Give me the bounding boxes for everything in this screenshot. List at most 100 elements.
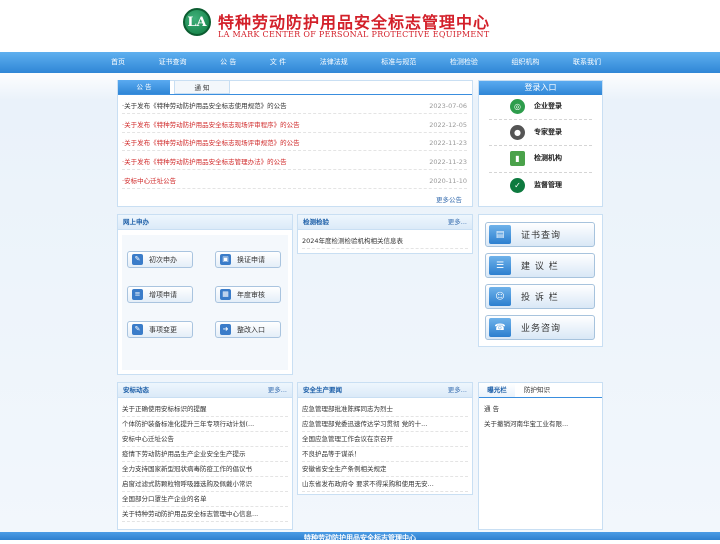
- notice-text[interactable]: ·关于发布《特种劳动防护用品安全标志现场评审程序》的公告: [122, 121, 300, 129]
- tab-protection-knowledge[interactable]: 防护知识: [517, 383, 557, 397]
- nav-contact[interactable]: 联系我们: [573, 52, 601, 73]
- list-item[interactable]: 关于撤销河南华宝工业有限...: [484, 417, 598, 431]
- pencil-icon: ✎: [132, 324, 143, 335]
- safety-item-text[interactable]: 安徽省安全生产条例相关规定: [302, 465, 387, 473]
- side-button-label: 投 诉 栏: [521, 293, 559, 303]
- initial-apply-button[interactable]: ✎ 初次申办: [127, 251, 193, 268]
- nav-documents[interactable]: 文 件: [270, 52, 286, 73]
- list-item[interactable]: 关于特种劳动防护用品安全标志管理中心信息...: [122, 507, 288, 522]
- list-item[interactable]: 2024年度检测检验机构相关信息表: [302, 234, 468, 249]
- bulletin-item-text[interactable]: 关于撤销河南华宝工业有限...: [484, 420, 568, 428]
- news-title: 安标动态: [123, 386, 149, 394]
- renew-certificate-button[interactable]: ▣ 换证申请: [215, 251, 281, 268]
- suggestion-button[interactable]: ☰ 建 议 栏: [485, 253, 595, 278]
- users-icon: ●: [510, 124, 525, 140]
- button-label: 年度审核: [237, 290, 265, 299]
- news-item-text[interactable]: 个体防护装备标准化提升三年专项行动计划(...: [122, 420, 254, 428]
- tab-notifications[interactable]: 通 知: [174, 80, 230, 94]
- safety-item-text[interactable]: 应急管理部批准陈辉同志为烈士: [302, 405, 393, 413]
- notice-date: 2022-12-05: [429, 121, 467, 129]
- side-button-label: 证书查询: [521, 231, 562, 241]
- safety-item-text[interactable]: 应急管理部党委迅速传达学习贯彻 党的十...: [302, 420, 427, 428]
- list-item[interactable]: ·关于发布《特种劳动防护用品安全标志管理办法》的公告 2022-11-23: [122, 155, 467, 170]
- form-icon: ☰: [489, 256, 511, 275]
- nav-laws[interactable]: 法律法规: [320, 52, 348, 73]
- tab-announcements[interactable]: 公 告: [118, 80, 170, 94]
- site-subtitle: LA MARK CENTER OF PERSONAL PROTECTIVE EQ…: [218, 30, 490, 39]
- button-label: 初次申办: [149, 255, 177, 264]
- add-item-button[interactable]: ≡ 增项申请: [127, 286, 193, 303]
- list-item[interactable]: 启窗过滤式防颗粒物呼吸器选购及佩戴小常识: [122, 477, 288, 492]
- list-item[interactable]: ·安标中心迁址公告 2020-11-10: [122, 174, 467, 189]
- list-item[interactable]: ·关于发布《特种劳动防护用品安全标志现场评审程序》的公告 2022-12-05: [122, 118, 467, 133]
- list-item[interactable]: 个体防护装备标准化提升三年专项行动计划(...: [122, 417, 288, 432]
- certificate-query-button[interactable]: ▤ 证书查询: [485, 222, 595, 247]
- tab-exposure[interactable]: 曝光栏: [479, 383, 515, 397]
- testing-more-link[interactable]: 更多...: [448, 215, 467, 229]
- news-item-text[interactable]: 关于特种劳动防护用品安全标志管理中心信息...: [122, 510, 258, 518]
- change-item-button[interactable]: ✎ 事项变更: [127, 321, 193, 338]
- list-item[interactable]: 全国部分口罩生产企业的名单: [122, 492, 288, 507]
- rectification-button[interactable]: ➜ 整改入口: [215, 321, 281, 338]
- list-item[interactable]: 安徽省安全生产条例相关规定: [302, 462, 468, 477]
- list-item[interactable]: 安标中心迁址公告: [122, 432, 288, 447]
- news-item-text[interactable]: 全国部分口罩生产企业的名单: [122, 495, 207, 503]
- online-title: 网上申办: [123, 218, 149, 226]
- testing-item-text[interactable]: 2024年度检测检验机构相关信息表: [302, 237, 403, 245]
- notice-text[interactable]: ·关于发布《特种劳动防护用品安全标志管理办法》的公告: [122, 158, 287, 166]
- list-item[interactable]: ·关于发布《特种劳动防护用品安全标志使用规范》的公告 2023-07-06: [122, 99, 467, 114]
- safety-title: 安全生产要闻: [303, 386, 342, 394]
- consultation-button[interactable]: ☎ 业务咨询: [485, 315, 595, 340]
- bulletin-item-text[interactable]: 通 告: [484, 405, 499, 413]
- notice-text[interactable]: ·关于发布《特种劳动防护用品安全标志现场评审规范》的公告: [122, 139, 300, 147]
- edit-icon: ✎: [132, 254, 143, 265]
- news-item-text[interactable]: 启窗过滤式防颗粒物呼吸器选购及佩戴小常识: [122, 480, 252, 488]
- list-item[interactable]: ·关于发布《特种劳动防护用品安全标志现场评审规范》的公告 2022-11-23: [122, 136, 467, 151]
- footer-text: 特种劳动防护用品安全标志管理中心: [304, 534, 416, 542]
- news-item-text[interactable]: 安标中心迁址公告: [122, 435, 174, 443]
- login-item-label: 检测机构: [534, 154, 562, 162]
- list-item[interactable]: 应急管理部党委迅速传达学习贯彻 党的十...: [302, 417, 468, 432]
- nav-organization[interactable]: 组织机构: [511, 52, 539, 73]
- list-item[interactable]: 山东省发布政府令 要求不得采购和使用无安...: [302, 477, 468, 492]
- safety-more-link[interactable]: 更多...: [448, 383, 467, 397]
- list-item[interactable]: 通 告: [484, 402, 598, 416]
- news-more-link[interactable]: 更多...: [268, 383, 287, 397]
- safety-item-text[interactable]: 山东省发布政府令 要求不得采购和使用无安...: [302, 480, 434, 488]
- list-item[interactable]: 应急管理部批准陈辉同志为烈士: [302, 402, 468, 417]
- person-icon: ☺: [489, 287, 511, 306]
- news-item-text[interactable]: 关于正确使用安标标识的提醒: [122, 405, 207, 413]
- bar-chart-icon: ▮: [510, 150, 525, 166]
- list-item[interactable]: 关于正确使用安标标识的提醒: [122, 402, 288, 417]
- la-logo-icon: ✓: [510, 177, 525, 193]
- nav-testing[interactable]: 检测检验: [450, 52, 478, 73]
- notice-text[interactable]: ·安标中心迁址公告: [122, 177, 176, 185]
- nav-standards[interactable]: 标准与规范: [381, 52, 416, 73]
- list-item[interactable]: 不良护品等于谋杀！: [302, 447, 468, 462]
- list-item[interactable]: 全国应急管理工作会议在京召开: [302, 432, 468, 447]
- button-label: 换证申请: [237, 255, 265, 264]
- nav-home[interactable]: 首页: [111, 52, 125, 73]
- complaint-button[interactable]: ☺ 投 诉 栏: [485, 284, 595, 309]
- login-item-label: 监督管理: [534, 181, 562, 189]
- notice-date: 2022-11-23: [429, 158, 467, 166]
- login-testing-org[interactable]: ▮ 检测机构: [510, 148, 562, 168]
- annual-review-button[interactable]: ▦ 年度审核: [215, 286, 281, 303]
- notice-more-link[interactable]: 更多公告: [436, 194, 462, 204]
- notice-text[interactable]: ·关于发布《特种劳动防护用品安全标志使用规范》的公告: [122, 102, 287, 110]
- login-enterprise[interactable]: ◎ 企业登录: [510, 96, 562, 116]
- list-item[interactable]: 疫情下劳动防护用品生产企业安全生产提示: [122, 447, 288, 462]
- news-item-text[interactable]: 疫情下劳动防护用品生产企业安全生产提示: [122, 450, 246, 458]
- list-item[interactable]: 全力支持国家新型冠状病毒防疫工作的倡议书: [122, 462, 288, 477]
- safety-item-text[interactable]: 不良护品等于谋杀！: [302, 450, 361, 458]
- login-supervision[interactable]: ✓ 监督管理: [510, 175, 562, 195]
- nav-certificate-query[interactable]: 证书查询: [159, 52, 187, 73]
- main-nav: 首页 证书查询 公 告 文 件 法律法规 标准与规范 检测检验 组织机构 联系我…: [0, 52, 720, 73]
- safety-item-text[interactable]: 全国应急管理工作会议在京召开: [302, 435, 393, 443]
- user-card-icon: ▣: [220, 254, 231, 265]
- news-item-text[interactable]: 全力支持国家新型冠状病毒防疫工作的倡议书: [122, 465, 252, 473]
- notice-date: 2023-07-06: [429, 102, 467, 110]
- nav-announcements[interactable]: 公 告: [220, 52, 236, 73]
- login-expert[interactable]: ● 专家登录: [510, 122, 562, 142]
- login-item-label: 专家登录: [534, 128, 562, 136]
